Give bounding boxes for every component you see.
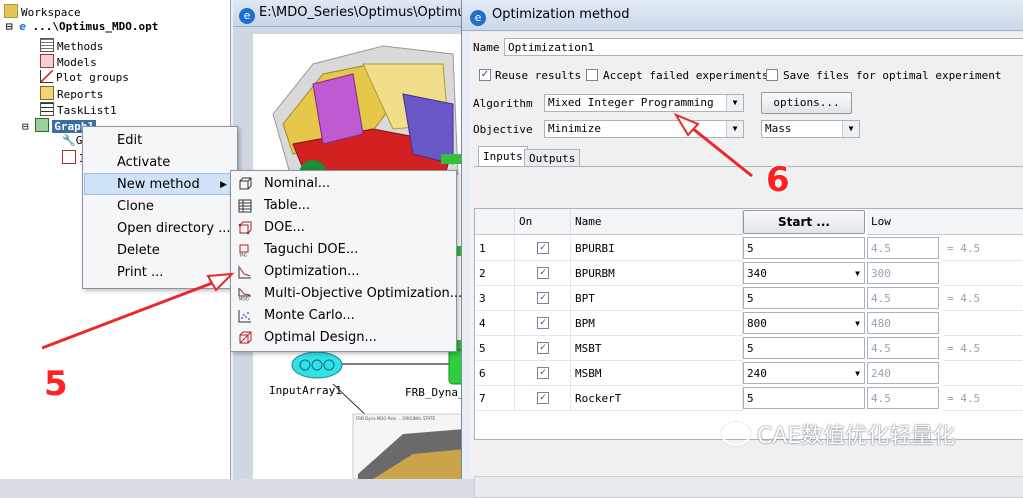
- watermark: CAE数值优化轻量化: [721, 418, 955, 450]
- step-5-label: 5: [44, 364, 68, 404]
- arrow-head-5-icon: [206, 272, 235, 292]
- wechat-icon: [721, 422, 751, 446]
- annotation-overlay: [41, 112, 753, 350]
- red-arrow-5: [41, 275, 229, 350]
- step-6-label: 6: [766, 160, 790, 200]
- status-bar: [474, 476, 1023, 498]
